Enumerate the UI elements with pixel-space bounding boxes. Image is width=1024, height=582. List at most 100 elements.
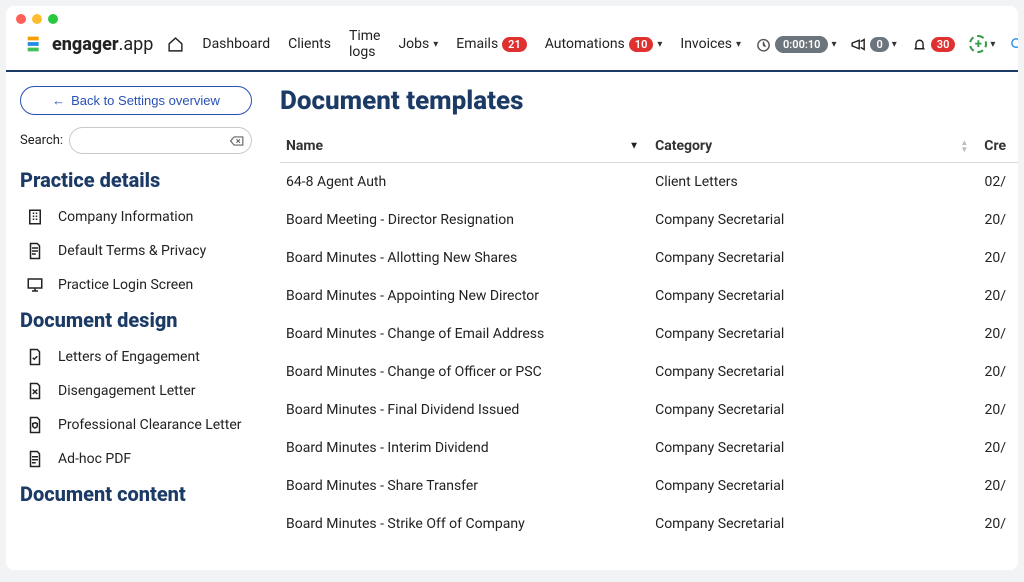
brand-logo[interactable]: engager.app <box>24 33 153 55</box>
traffic-max[interactable] <box>48 14 58 24</box>
table-row[interactable]: Board Minutes - Final Dividend IssuedCom… <box>280 391 1018 429</box>
announcements-button[interactable]: 0 ▾ <box>850 36 896 53</box>
search-clear-button[interactable] <box>222 127 252 154</box>
monitor-icon <box>24 276 46 294</box>
cell-category: Company Secretarial <box>649 505 978 543</box>
col-header-created[interactable]: Cre <box>978 130 1018 163</box>
cell-created: 20/ <box>978 315 1018 353</box>
traffic-min[interactable] <box>32 14 42 24</box>
emails-badge: 21 <box>502 37 527 52</box>
sidebar-item-adhoc-pdf[interactable]: Ad-hoc PDF <box>20 442 252 476</box>
sidebar-item-label: Letters of Engagement <box>58 349 200 365</box>
nav-emails-label: Emails <box>456 36 498 52</box>
table-row[interactable]: Board Minutes - Appointing New DirectorC… <box>280 277 1018 315</box>
sidebar-item-label: Disengagement Letter <box>58 383 196 399</box>
table-row[interactable]: Board Meeting - Director ResignationComp… <box>280 201 1018 239</box>
col-header-name[interactable]: Name ▼ <box>280 130 649 163</box>
add-button[interactable]: + ▾ <box>969 35 995 53</box>
sidebar-item-disengagement[interactable]: Disengagement Letter <box>20 374 252 408</box>
cell-name: Board Minutes - Change of Officer or PSC <box>280 353 649 391</box>
document-icon <box>24 242 46 260</box>
cell-created: 20/ <box>978 391 1018 429</box>
nav-timelogs[interactable]: Time logs <box>349 28 380 60</box>
sidebar-item-clearance[interactable]: Professional Clearance Letter <box>20 408 252 442</box>
cell-name: Board Minutes - Appointing New Director <box>280 277 649 315</box>
table-row[interactable]: Board Minutes - Change of Officer or PSC… <box>280 353 1018 391</box>
timer-widget[interactable]: 0:00:10 ▾ <box>755 36 836 53</box>
search-button[interactable] <box>1009 36 1018 53</box>
col-header-label: Cre <box>984 138 1006 154</box>
sidebar-item-label: Professional Clearance Letter <box>58 417 242 433</box>
back-to-settings-button[interactable]: ← Back to Settings overview <box>20 86 252 115</box>
nav-emails[interactable]: Emails 21 <box>456 36 526 52</box>
nav-clients[interactable]: Clients <box>288 36 331 52</box>
document-icon <box>24 450 46 468</box>
sidebar-item-label: Ad-hoc PDF <box>58 451 131 467</box>
cell-category: Company Secretarial <box>649 277 978 315</box>
document-shield-icon <box>24 416 46 434</box>
cell-category: Client Letters <box>649 163 978 202</box>
sidebar-item-label: Default Terms & Privacy <box>58 243 206 259</box>
sort-desc-icon: ▼ <box>629 141 639 152</box>
sidebar-item-terms-privacy[interactable]: Default Terms & Privacy <box>20 234 252 268</box>
table-row[interactable]: Board Minutes - Interim DividendCompany … <box>280 429 1018 467</box>
sidebar-item-label: Practice Login Screen <box>58 277 193 293</box>
nav-home-icon[interactable] <box>167 36 184 53</box>
col-header-label: Name <box>286 138 323 154</box>
table-row[interactable]: Board Minutes - Share TransferCompany Se… <box>280 467 1018 505</box>
col-header-category[interactable]: Category ▲▼ <box>649 130 978 163</box>
cell-name: Board Minutes - Interim Dividend <box>280 429 649 467</box>
nav-automations-label: Automations <box>545 36 625 52</box>
nav-jobs[interactable]: Jobs▾ <box>398 36 438 52</box>
table-row[interactable]: 64-8 Agent AuthClient Letters02/ <box>280 163 1018 202</box>
nav-automations[interactable]: Automations 10▾ <box>545 36 663 52</box>
logo-icon <box>24 33 46 55</box>
notifications-button[interactable]: 30 <box>911 36 956 53</box>
search-label: Search: <box>20 133 63 148</box>
cell-name: Board Minutes - Change of Email Address <box>280 315 649 353</box>
chevron-down-icon: ▾ <box>736 39 741 50</box>
sidebar-item-login-screen[interactable]: Practice Login Screen <box>20 268 252 302</box>
cell-category: Company Secretarial <box>649 429 978 467</box>
table-row[interactable]: Board Minutes - Allotting New SharesComp… <box>280 239 1018 277</box>
brand-name: engager <box>52 34 119 55</box>
cell-category: Company Secretarial <box>649 467 978 505</box>
brand-suffix: .app <box>119 34 154 55</box>
plus-icon: + <box>969 35 987 53</box>
document-check-icon <box>24 348 46 366</box>
col-header-label: Category <box>655 138 712 154</box>
sidebar-item-letters-engagement[interactable]: Letters of Engagement <box>20 340 252 374</box>
cell-name: Board Minutes - Final Dividend Issued <box>280 391 649 429</box>
settings-sidebar: ← Back to Settings overview Search: Prac… <box>6 72 266 570</box>
chevron-down-icon: ▾ <box>831 39 836 50</box>
cell-created: 20/ <box>978 277 1018 315</box>
templates-table: Name ▼ Category ▲▼ Cre 64-8 Agent AuthCl… <box>280 130 1018 543</box>
nav-dashboard[interactable]: Dashboard <box>202 36 270 52</box>
section-practice-details: Practice details <box>20 168 252 192</box>
table-row[interactable]: Board Minutes - Strike Off of CompanyCom… <box>280 505 1018 543</box>
sidebar-item-company-information[interactable]: Company Information <box>20 200 252 234</box>
cell-name: Board Minutes - Allotting New Shares <box>280 239 649 277</box>
nav-invoices[interactable]: Invoices ▾ <box>680 36 741 52</box>
cell-name: Board Minutes - Share Transfer <box>280 467 649 505</box>
cell-created: 20/ <box>978 467 1018 505</box>
automations-badge: 10 <box>629 37 654 52</box>
nav-invoices-label: Invoices <box>680 36 732 52</box>
cell-created: 20/ <box>978 353 1018 391</box>
chevron-down-icon: ▾ <box>990 39 995 50</box>
cell-category: Company Secretarial <box>649 353 978 391</box>
cell-created: 20/ <box>978 429 1018 467</box>
page-title: Document templates <box>280 86 1018 116</box>
cell-category: Company Secretarial <box>649 239 978 277</box>
backspace-icon <box>230 136 244 146</box>
arrow-left-icon: ← <box>52 93 65 108</box>
chevron-down-icon: ▾ <box>657 39 662 50</box>
traffic-close[interactable] <box>16 14 26 24</box>
sidebar-search-input[interactable] <box>69 127 222 154</box>
announcements-badge: 0 <box>870 37 888 52</box>
topbar: engager.app Dashboard Clients Time logs … <box>6 6 1018 72</box>
chevron-down-icon: ▾ <box>892 39 897 50</box>
cell-name: Board Meeting - Director Resignation <box>280 201 649 239</box>
table-row[interactable]: Board Minutes - Change of Email AddressC… <box>280 315 1018 353</box>
cell-category: Company Secretarial <box>649 391 978 429</box>
